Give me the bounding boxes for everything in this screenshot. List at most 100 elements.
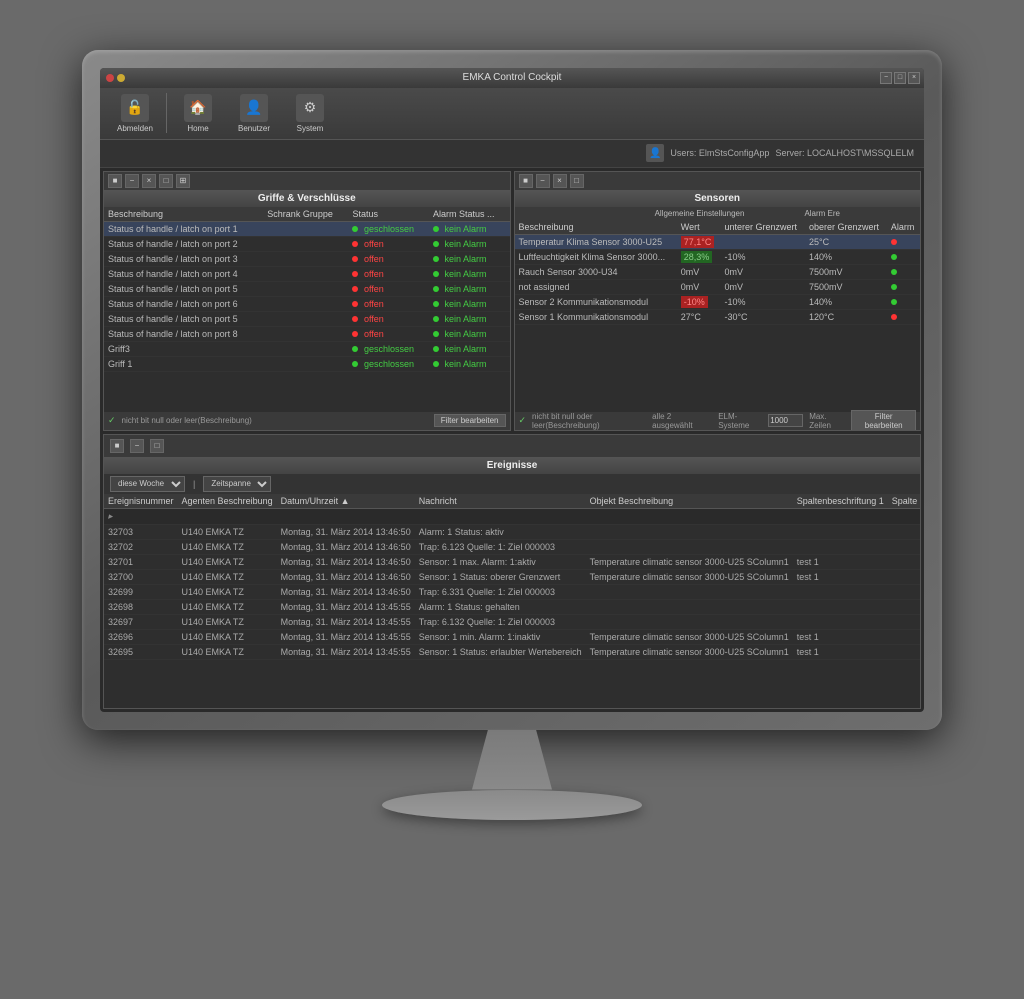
griffe-cell-alarm: kein Alarm [429,311,510,326]
griffe-row[interactable]: Griff 1 geschlossen kein Alarm [104,356,510,371]
sensoren-col-alarm[interactable]: Alarm [887,220,920,235]
alarm-text: kein Alarm [444,224,486,234]
events-cell-nr: 32700 [104,569,178,584]
sensoren-tb-btn-3[interactable]: × [553,174,567,188]
griffe-panel: ■ − × □ ⊞ Griffe & Verschlüsse [103,171,511,431]
sensoren-row[interactable]: Luftfeuchtigkeit Klima Sensor 3000... 28… [515,249,921,264]
griffe-row[interactable]: Status of handle / latch on port 6 offen… [104,296,510,311]
griffe-cell-gruppe [263,356,348,371]
events-row[interactable]: 32700 U140 EMKA TZ Montag, 31. März 2014… [104,569,920,584]
griffe-filter-btn[interactable]: Filter bearbeiten [434,414,506,427]
sensoren-row[interactable]: not assigned 0mV 0mV 7500mV [515,279,921,294]
home-button[interactable]: 🏠 Home [173,91,223,136]
griffe-panel-title: Griffe & Verschlüsse [104,190,510,207]
alarm-dot [433,331,439,337]
events-col-objekt[interactable]: Objekt Beschreibung [586,494,793,509]
benutzer-icon: 👤 [240,94,268,122]
griffe-row[interactable]: Status of handle / latch on port 3 offen… [104,251,510,266]
time-filter-select[interactable]: diese Woche Zeitspanne [110,476,185,492]
events-tb-btn-3[interactable]: □ [150,439,164,453]
griffe-row[interactable]: Status of handle / latch on port 2 offen… [104,236,510,251]
events-row[interactable]: 32703 U140 EMKA TZ Montag, 31. März 2014… [104,524,920,539]
maximize-btn[interactable]: □ [894,72,906,84]
sensoren-row[interactable]: Rauch Sensor 3000-U34 0mV 0mV 7500mV [515,264,921,279]
events-cell-datum: Montag, 31. März 2014 13:45:55 [277,644,415,659]
events-col-nachricht[interactable]: Nachricht [415,494,586,509]
status-dot [352,346,358,352]
events-tb-btn-1[interactable]: ■ [110,439,124,453]
events-row[interactable]: 32697 U140 EMKA TZ Montag, 31. März 2014… [104,614,920,629]
griffe-row[interactable]: Griff3 geschlossen kein Alarm [104,341,510,356]
sensoren-row[interactable]: Temperatur Klima Sensor 3000-U25 77,1°C … [515,234,921,249]
events-row[interactable]: 32701 U140 EMKA TZ Montag, 31. März 2014… [104,554,920,569]
events-col-sp1[interactable]: Spaltenbeschriftung 1 [793,494,888,509]
griffe-col-beschreibung[interactable]: Beschreibung [104,207,263,222]
griffe-tb-btn-5[interactable]: ⊞ [176,174,190,188]
griffe-cell-status: geschlossen [348,221,429,236]
sensoren-cell-wert: 27°C [677,309,721,324]
status-dot [352,271,358,277]
alarm-text: kein Alarm [444,284,486,294]
events-table-scroll[interactable]: Ereignisnummer Agenten Beschreibung Datu… [104,494,920,708]
griffe-table-scroll[interactable]: Beschreibung Schrank Gruppe Status Alarm… [104,207,510,412]
griffe-row[interactable]: Status of handle / latch on port 5 offen… [104,281,510,296]
sensoren-row[interactable]: Sensor 1 Kommunikationsmodul 27°C -30°C … [515,309,921,324]
status-dot [352,286,358,292]
events-cell-nr: 32699 [104,584,178,599]
events-cell-objekt: Temperature climatic sensor 3000-U25 SCo… [586,554,793,569]
sensoren-tb-btn-4[interactable]: □ [570,174,584,188]
griffe-tb-btn-4[interactable]: □ [159,174,173,188]
griffe-tb-btn-3[interactable]: × [142,174,156,188]
sensoren-cell-unter: -30°C [720,309,805,324]
events-row[interactable]: 32698 U140 EMKA TZ Montag, 31. März 2014… [104,599,920,614]
sensoren-tb-btn-1[interactable]: ■ [519,174,533,188]
events-col-s1[interactable]: Spalte 1 [888,494,920,509]
sensoren-col-wert[interactable]: Wert [677,220,721,235]
events-cell-agent: U140 EMKA TZ [178,554,277,569]
minimize-btn[interactable]: − [880,72,892,84]
griffe-cell-alarm: kein Alarm [429,251,510,266]
sensoren-cell-unter: -10% [720,294,805,309]
griffe-cell-status: offen [348,296,429,311]
griffe-col-gruppe[interactable]: Schrank Gruppe [263,207,348,222]
sensoren-row[interactable]: Sensor 2 Kommunikationsmodul -10% -10% 1… [515,294,921,309]
griffe-footer: ✓ nicht bit null oder leer(Beschreibung)… [104,412,510,430]
events-col-datum[interactable]: Datum/Uhrzeit ▲ [277,494,415,509]
sensoren-col-beschreibung[interactable]: Beschreibung [515,220,677,235]
sensoren-cell-alarm [887,249,920,264]
status-text: offen [364,254,384,264]
griffe-row[interactable]: Status of handle / latch on port 1 gesch… [104,221,510,236]
griffe-row[interactable]: Status of handle / latch on port 4 offen… [104,266,510,281]
griffe-cell-alarm: kein Alarm [429,236,510,251]
system-button[interactable]: ⚙ System [285,91,335,136]
griffe-row[interactable]: Status of handle / latch on port 5 offen… [104,311,510,326]
sensoren-col-unter[interactable]: unterer Grenzwert [720,220,805,235]
griffe-row[interactable]: Status of handle / latch on port 8 offen… [104,326,510,341]
close-btn[interactable]: × [908,72,920,84]
zeitspanne-select[interactable]: Zeitspanne [203,476,271,492]
griffe-cell-gruppe [263,296,348,311]
events-row[interactable]: 32699 U140 EMKA TZ Montag, 31. März 2014… [104,584,920,599]
sensoren-tb-btn-2[interactable]: − [536,174,550,188]
abmelden-button[interactable]: 🔓 Abmelden [110,91,160,136]
events-row[interactable]: 32695 U140 EMKA TZ Montag, 31. März 2014… [104,644,920,659]
griffe-col-status[interactable]: Status [348,207,429,222]
sensoren-table-scroll[interactable]: Beschreibung Wert unterer Grenzwert ober… [515,220,921,412]
sensoren-cell-alarm [887,234,920,249]
griffe-col-alarm[interactable]: Alarm Status ... [429,207,510,222]
events-tb-btn-2[interactable]: − [130,439,144,453]
events-row[interactable]: 32702 U140 EMKA TZ Montag, 31. März 2014… [104,539,920,554]
monitor-screen: EMKA Control Cockpit − □ × 🔓 Abmelden [100,68,924,712]
alarm-dot [433,256,439,262]
benutzer-button[interactable]: 👤 Benutzer [229,91,279,136]
griffe-tb-btn-1[interactable]: ■ [108,174,122,188]
events-col-agent[interactable]: Agenten Beschreibung [178,494,277,509]
elm-value-input[interactable] [768,414,803,427]
events-row[interactable]: 32696 U140 EMKA TZ Montag, 31. März 2014… [104,629,920,644]
sensoren-filter-btn[interactable]: Filter bearbeiten [851,410,916,431]
events-cell-nr: 32703 [104,524,178,539]
sensoren-cell-desc: Temperatur Klima Sensor 3000-U25 [515,234,677,249]
sensoren-col-ober[interactable]: oberer Grenzwert [805,220,887,235]
events-col-nr[interactable]: Ereignisnummer [104,494,178,509]
griffe-tb-btn-2[interactable]: − [125,174,139,188]
